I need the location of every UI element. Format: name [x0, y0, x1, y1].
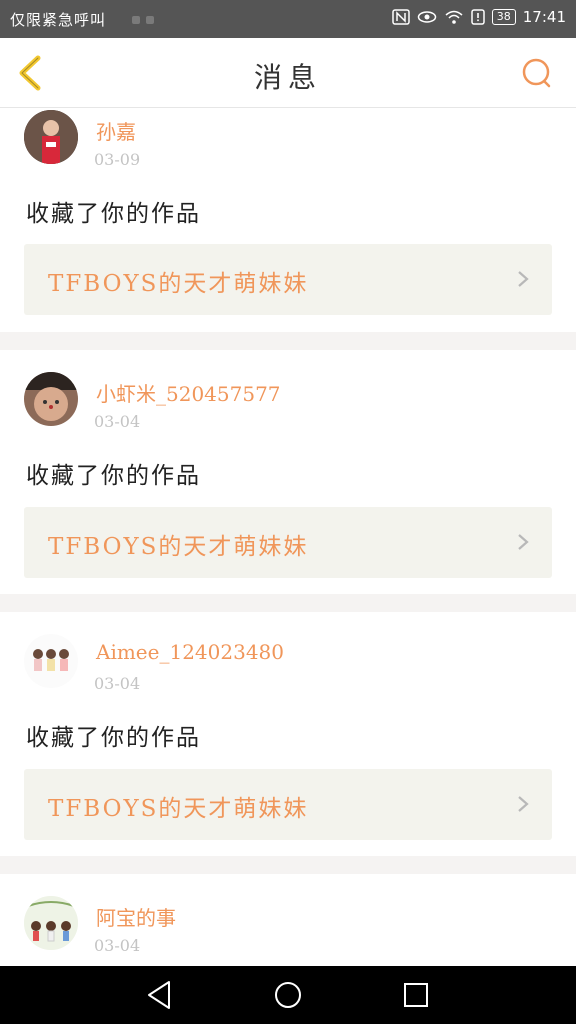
recents-square-icon[interactable] [399, 978, 433, 1012]
message-date: 03-04 [94, 674, 141, 693]
chevron-right-icon [518, 534, 529, 550]
work-title: TFBOYS的天才萌妹妹 [48, 534, 309, 560]
chevron-right-icon [518, 271, 529, 287]
wifi-icon [445, 10, 463, 24]
avatar[interactable] [24, 372, 78, 426]
status-bar: 仅限紧急呼叫 38 17:41 [0, 0, 576, 38]
message-card: 阿宝的事 03-04 [0, 874, 576, 966]
message-card: Aimee_124023480 03-04 收藏了你的作品 TFBOYS的天才萌… [0, 612, 576, 856]
back-triangle-icon[interactable] [143, 978, 177, 1012]
header-bar: 消息 [0, 38, 576, 108]
nfc-icon [392, 9, 410, 25]
message-date: 03-09 [94, 150, 141, 169]
action-text: 收藏了你的作品 [26, 725, 201, 751]
system-navigation-bar [0, 966, 576, 1024]
battery-indicator: 38 [491, 9, 516, 25]
time: 17:41 [522, 8, 566, 26]
message-date: 03-04 [94, 936, 141, 955]
notification-icons [132, 16, 154, 24]
work-title: TFBOYS的天才萌妹妹 [48, 271, 309, 297]
user-name[interactable]: Aimee_124023480 [96, 640, 284, 664]
message-date: 03-04 [94, 412, 141, 431]
home-circle-icon[interactable] [271, 978, 305, 1012]
user-name[interactable]: 阿宝的事 [96, 902, 176, 931]
carrier-text: 仅限紧急呼叫 [10, 11, 107, 29]
message-card: 小虾米_520457577 03-04 收藏了你的作品 TFBOYS的天才萌妹妹 [0, 350, 576, 594]
search-icon[interactable] [520, 56, 554, 90]
user-name[interactable]: 孙嘉 [96, 116, 136, 145]
user-name[interactable]: 小虾米_520457577 [96, 378, 281, 407]
work-link[interactable]: TFBOYS的天才萌妹妹 [24, 507, 552, 578]
avatar[interactable] [24, 110, 78, 164]
page-title: 消息 [253, 61, 322, 94]
sim-alert-icon [471, 9, 485, 25]
message-card: 孙嘉 03-09 收藏了你的作品 TFBOYS的天才萌妹妹 [0, 108, 576, 332]
action-text: 收藏了你的作品 [26, 463, 201, 489]
work-link[interactable]: TFBOYS的天才萌妹妹 [24, 244, 552, 315]
work-link[interactable]: TFBOYS的天才萌妹妹 [24, 769, 552, 840]
message-list[interactable]: 孙嘉 03-09 收藏了你的作品 TFBOYS的天才萌妹妹 小虾米_520457… [0, 108, 576, 966]
avatar[interactable] [24, 896, 78, 950]
work-title: TFBOYS的天才萌妹妹 [48, 796, 309, 822]
eye-icon [417, 11, 437, 23]
action-text: 收藏了你的作品 [26, 201, 201, 227]
avatar[interactable] [24, 634, 78, 688]
chevron-right-icon [518, 796, 529, 812]
